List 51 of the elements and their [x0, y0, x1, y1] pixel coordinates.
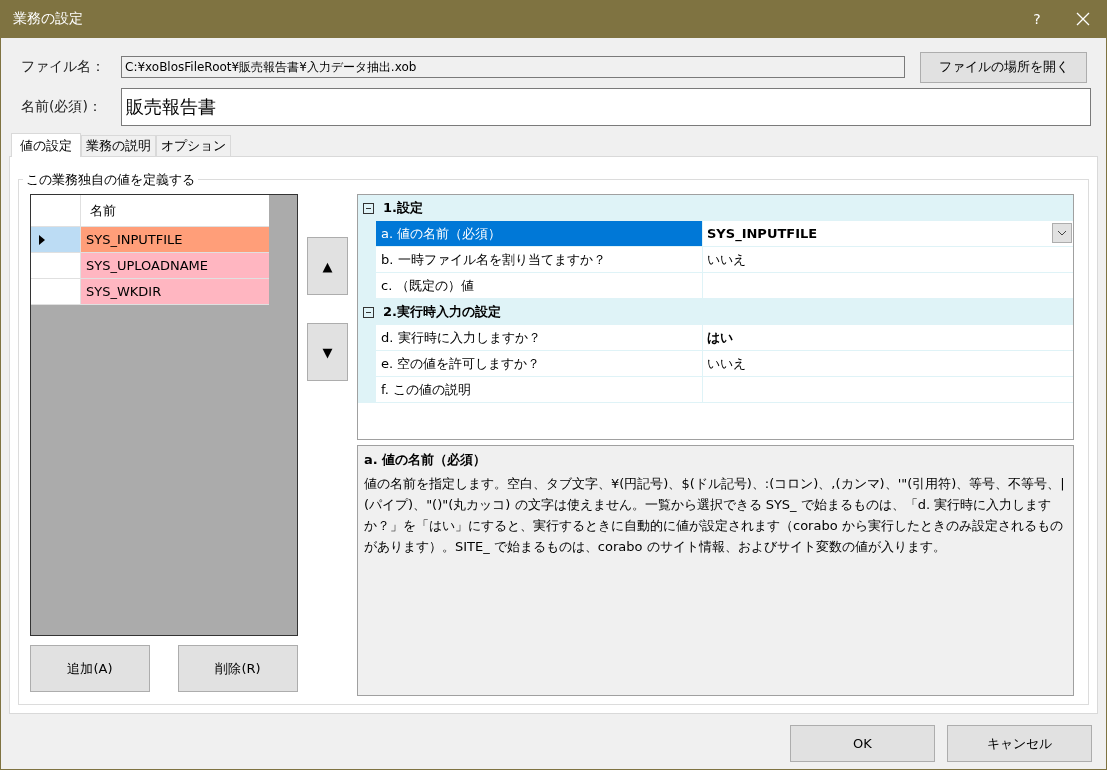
- property-value: SYS_INPUTFILE: [707, 226, 818, 241]
- collapse-icon[interactable]: [363, 306, 374, 318]
- tab[interactable]: 業務の説明: [81, 135, 156, 156]
- help-text: 値の名前を指定します。空白、タブ文字、¥(円記号)、$(ドル記号)、:(コロン)、,(カンマ)、'"(引用符)、等号、不等号、|(パイプ)、"()"(丸カッコ) の文字は使えません。一覧から選択できる SYS_ で始まるものは、「d. 実行時に入力しますか？」を「はい」にすると、実行するときに自動的に値が設定されます（corabo から実行したときのみ設定されるものがあります）。SITE_ で始まるものは、corabo のサイト情報、およびサイト変数の値が入ります。: [364, 475, 1066, 556]
- window-title: 業務の設定: [13, 10, 84, 28]
- property-value: はい: [707, 328, 733, 347]
- remove-button[interactable]: 削除(R): [178, 645, 298, 692]
- column-header: 名前: [81, 195, 269, 227]
- ok-button[interactable]: OK: [790, 725, 935, 762]
- table-cell[interactable]: SYS_WKDIR: [81, 279, 269, 305]
- help-button[interactable]: ?: [1014, 0, 1060, 38]
- property-value-cell[interactable]: SYS_INPUTFILE: [703, 221, 1073, 247]
- row-header-cell[interactable]: [31, 253, 81, 279]
- chevron-down-icon: [1057, 230, 1067, 236]
- cancel-button[interactable]: キャンセル: [947, 725, 1092, 762]
- property-value: いいえ: [707, 354, 746, 373]
- property-value-cell[interactable]: いいえ: [703, 247, 1073, 273]
- category-title: 1.設定: [383, 199, 423, 217]
- tab[interactable]: オプション: [156, 135, 231, 156]
- property-label[interactable]: c. （既定の）値: [376, 273, 703, 299]
- property-value-cell[interactable]: はい: [703, 325, 1073, 351]
- property-value-cell[interactable]: [703, 273, 1073, 299]
- row-header-cell[interactable]: [31, 227, 81, 253]
- current-row-icon: [39, 234, 45, 245]
- property-value: いいえ: [707, 250, 746, 269]
- property-value-cell[interactable]: [703, 377, 1073, 403]
- property-label[interactable]: d. 実行時に入力しますか？: [376, 325, 703, 351]
- property-label[interactable]: b. 一時ファイル名を割り当てますか？: [376, 247, 703, 273]
- name-label: 名前(必須)：: [20, 98, 103, 116]
- file-label: ファイル名：: [20, 58, 106, 76]
- collapse-icon[interactable]: [363, 202, 374, 214]
- close-icon: [1076, 12, 1090, 26]
- add-button[interactable]: 追加(A): [30, 645, 150, 692]
- open-location-button[interactable]: ファイルの場所を開く: [920, 51, 1087, 83]
- table-cell[interactable]: SYS_UPLOADNAME: [81, 253, 269, 279]
- row-header-cell: [31, 195, 81, 227]
- file-path-field[interactable]: C:¥xoBlosFileRoot¥販売報告書¥入力データ抽出.xob: [121, 56, 905, 78]
- property-label[interactable]: f. この値の説明: [376, 377, 703, 403]
- property-label[interactable]: e. 空の値を許可しますか？: [376, 351, 703, 377]
- tab[interactable]: 値の設定: [11, 133, 81, 157]
- dropdown-button[interactable]: [1052, 223, 1072, 243]
- move-up-button[interactable]: ▲: [307, 237, 348, 295]
- name-field[interactable]: 販売報告書: [121, 88, 1091, 126]
- move-down-button[interactable]: ▼: [307, 323, 348, 381]
- property-label[interactable]: a. 値の名前（必須）: [376, 221, 703, 247]
- group-title: この業務独自の値を定義する: [23, 171, 198, 189]
- help-title: a. 値の名前（必須）: [364, 451, 488, 469]
- table-cell[interactable]: SYS_INPUTFILE: [81, 227, 269, 253]
- row-header-cell[interactable]: [31, 279, 81, 305]
- property-value-cell[interactable]: いいえ: [703, 351, 1073, 377]
- category-title: 2.実行時入力の設定: [383, 303, 501, 321]
